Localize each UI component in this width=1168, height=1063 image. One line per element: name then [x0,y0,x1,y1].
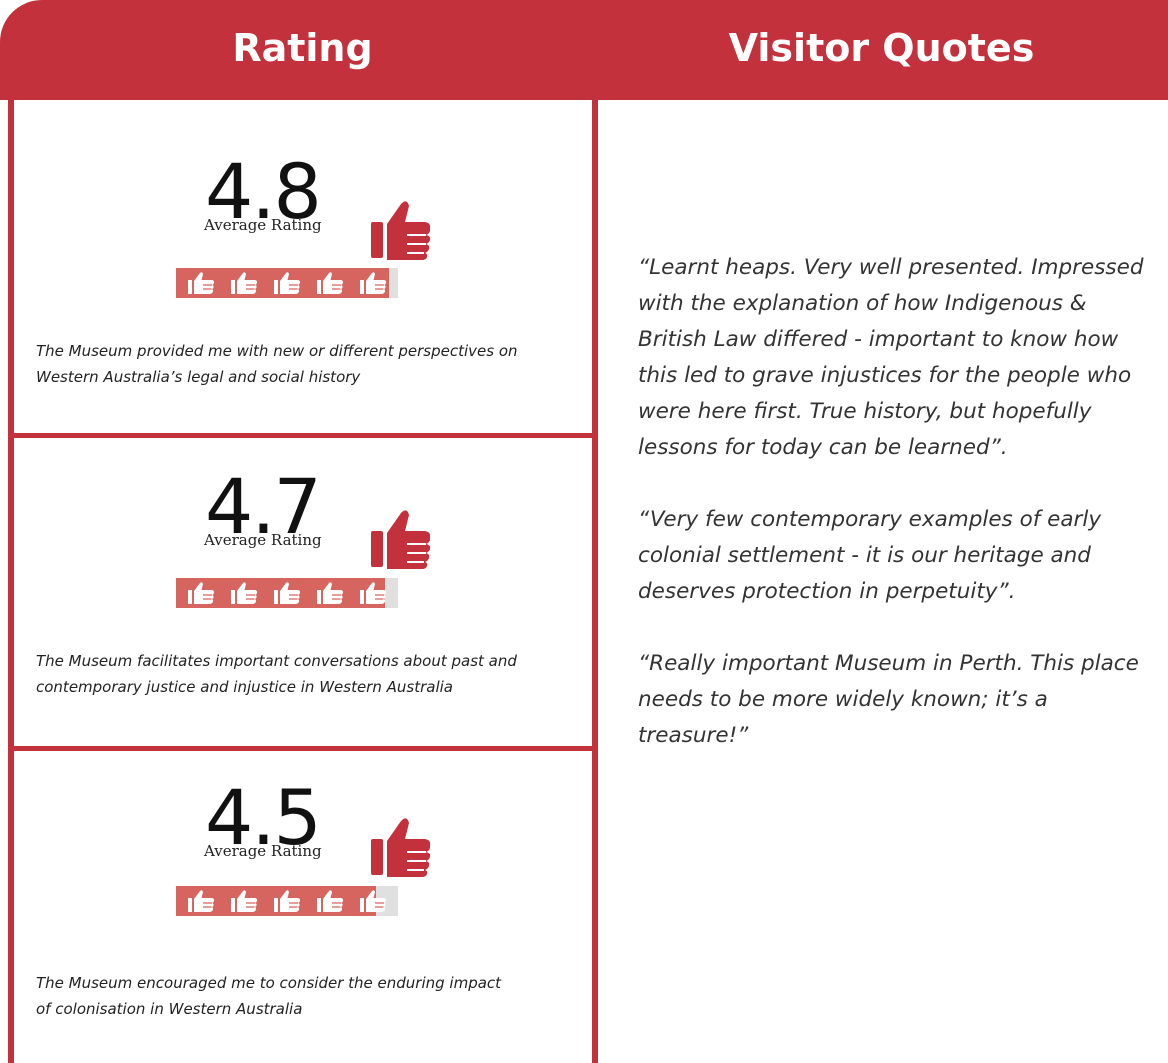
thumbs-up-icon [371,510,431,569]
thumbs-up-icon [231,890,258,912]
thumbs-up-icon [359,890,386,912]
rating-label: Average Rating [204,842,322,860]
thumbs-up-icon [316,582,343,604]
quotes-column-title: Visitor Quotes [728,26,1035,70]
table-header: Rating Visitor Quotes [0,0,1168,100]
rating-description: The Museum provided me with new or diffe… [36,342,518,386]
visitor-quote: “Really important Museum in Perth. This … [638,651,1139,748]
left-border [8,100,14,1063]
thumbs-up-icon [371,818,431,877]
thumbs-up-icon [188,582,215,604]
rating-label: Average Rating [204,216,322,234]
rating-bar-icons [176,578,398,608]
rating-bar-icons [176,886,398,916]
rating-column-title: Rating [232,26,373,70]
row-divider-1 [8,433,598,438]
rating-bar [176,886,398,916]
thumbs-up-icon [273,890,301,912]
thumbs-up-icon [371,201,431,260]
quotes-list: “Learnt heaps. Very well presented. Impr… [638,250,1158,790]
thumbs-up-icon [359,272,386,294]
ratings-table: Rating Visitor Quotes 4.8 Average Rating… [0,0,1168,1063]
thumbs-up-icon [273,272,301,294]
thumbs-up-icon [188,890,215,912]
thumbs-up-icon [359,582,386,604]
thumbs-up-icon [231,272,258,294]
column-divider [592,100,598,1063]
rating-bar [176,578,398,608]
thumbs-up-icon [316,272,343,294]
rating-label: Average Rating [204,531,322,549]
visitor-quote: “Learnt heaps. Very well presented. Impr… [638,255,1144,460]
row-divider-2 [8,746,598,751]
rating-bar-icons [176,268,398,298]
thumbs-up-icon [316,890,343,912]
thumbs-up-icon [273,582,301,604]
rating-description: The Museum encouraged me to consider the… [36,974,502,1018]
thumbs-up-icon [188,272,215,294]
visitor-quote: “Very few contemporary examples of early… [638,507,1102,604]
rating-bar [176,268,398,298]
rating-description: The Museum facilitates important convers… [36,652,517,696]
thumbs-up-icon [231,582,258,604]
